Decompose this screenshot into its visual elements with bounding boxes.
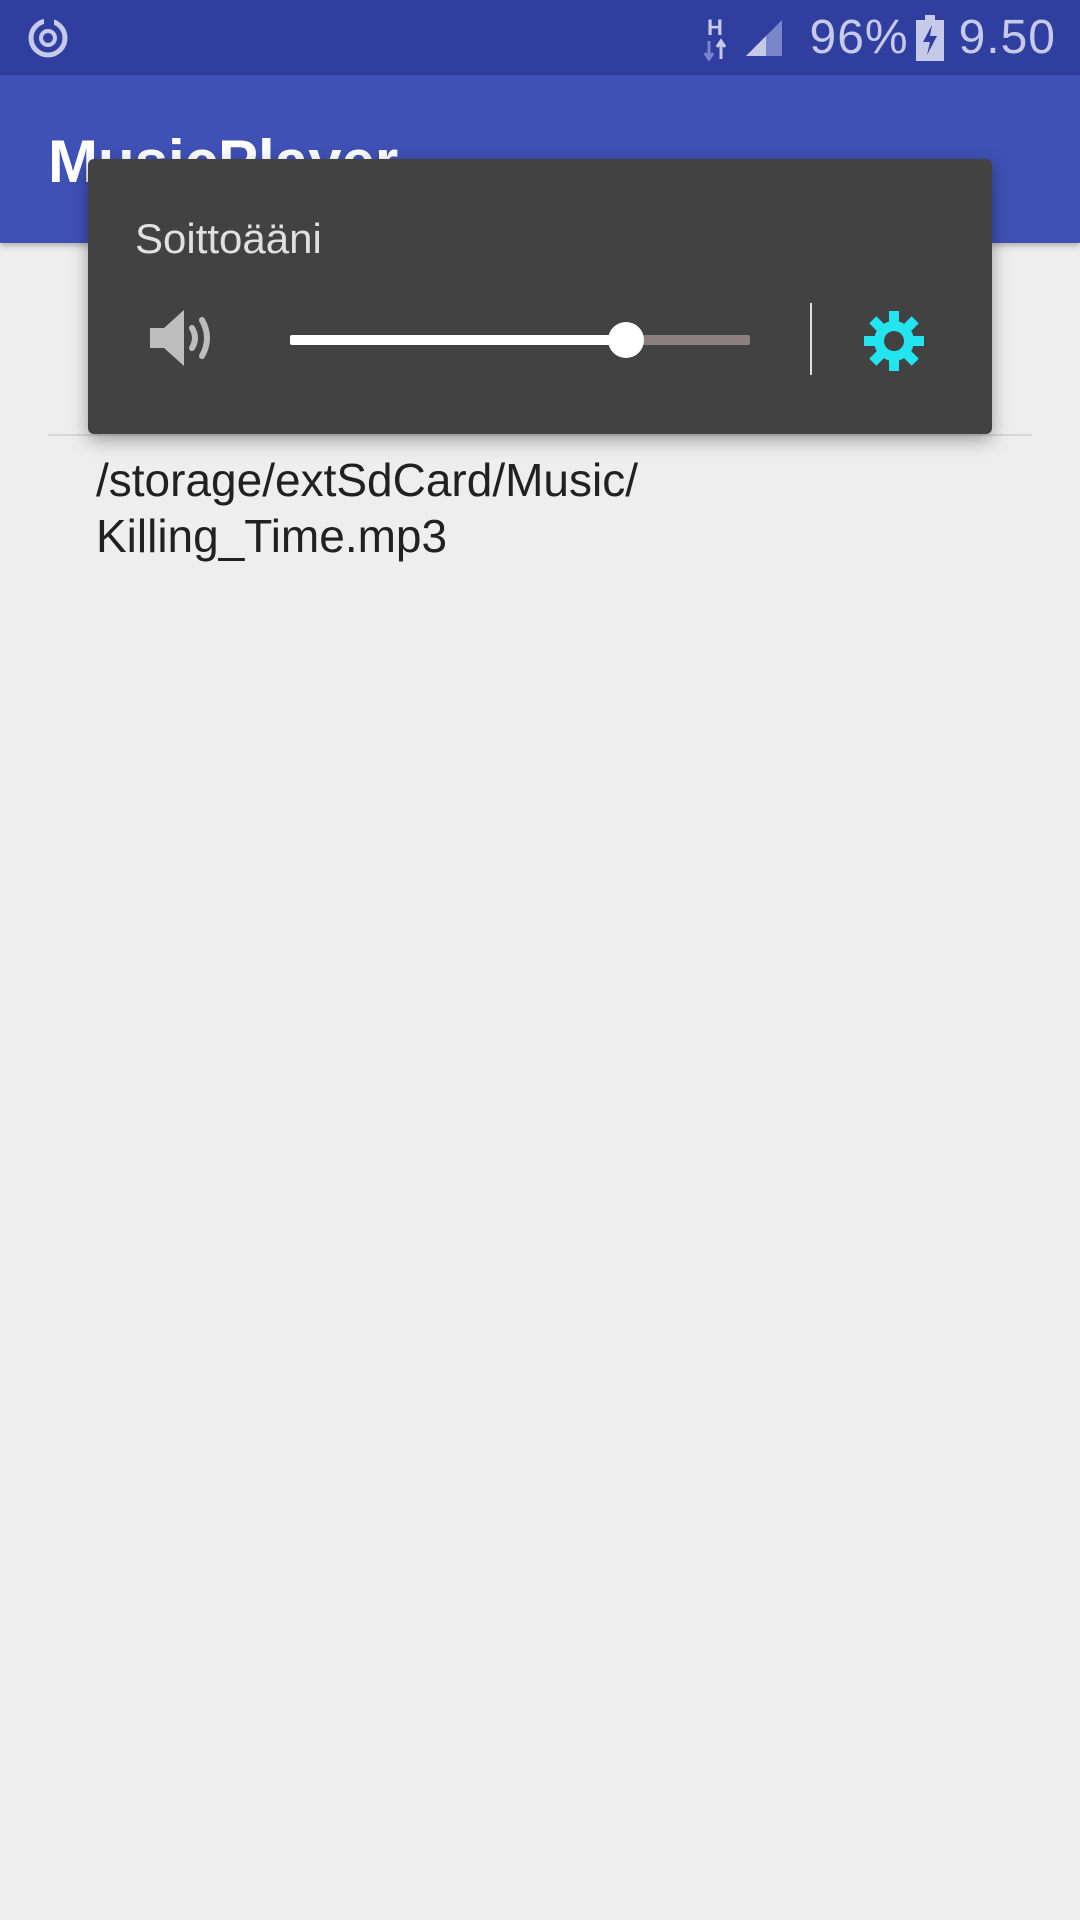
volume-slider-remaining	[626, 335, 750, 345]
volume-panel: Soittoääni	[88, 159, 992, 434]
status-clock: 9.50	[958, 11, 1056, 64]
sync-icon	[28, 16, 68, 58]
battery-percent: 96%	[809, 11, 909, 64]
panel-divider	[810, 303, 812, 375]
speaker-icon[interactable]	[148, 306, 218, 370]
gear-icon[interactable]	[862, 309, 926, 373]
volume-slider-fill	[290, 335, 626, 345]
track-path[interactable]: /storage/extSdCard/Music/ Killing_Time.m…	[96, 452, 996, 564]
signal-icon	[745, 19, 782, 56]
volume-stream-title: Soittoääni	[135, 215, 322, 262]
list-divider	[48, 434, 1032, 436]
status-bar: H 96% 9.50	[0, 0, 1080, 75]
volume-slider[interactable]	[290, 322, 750, 358]
network-type: H	[707, 15, 723, 40]
mobile-data-icon: H	[703, 15, 726, 62]
volume-slider-thumb[interactable]	[608, 322, 644, 358]
battery-charging-icon	[915, 14, 944, 61]
